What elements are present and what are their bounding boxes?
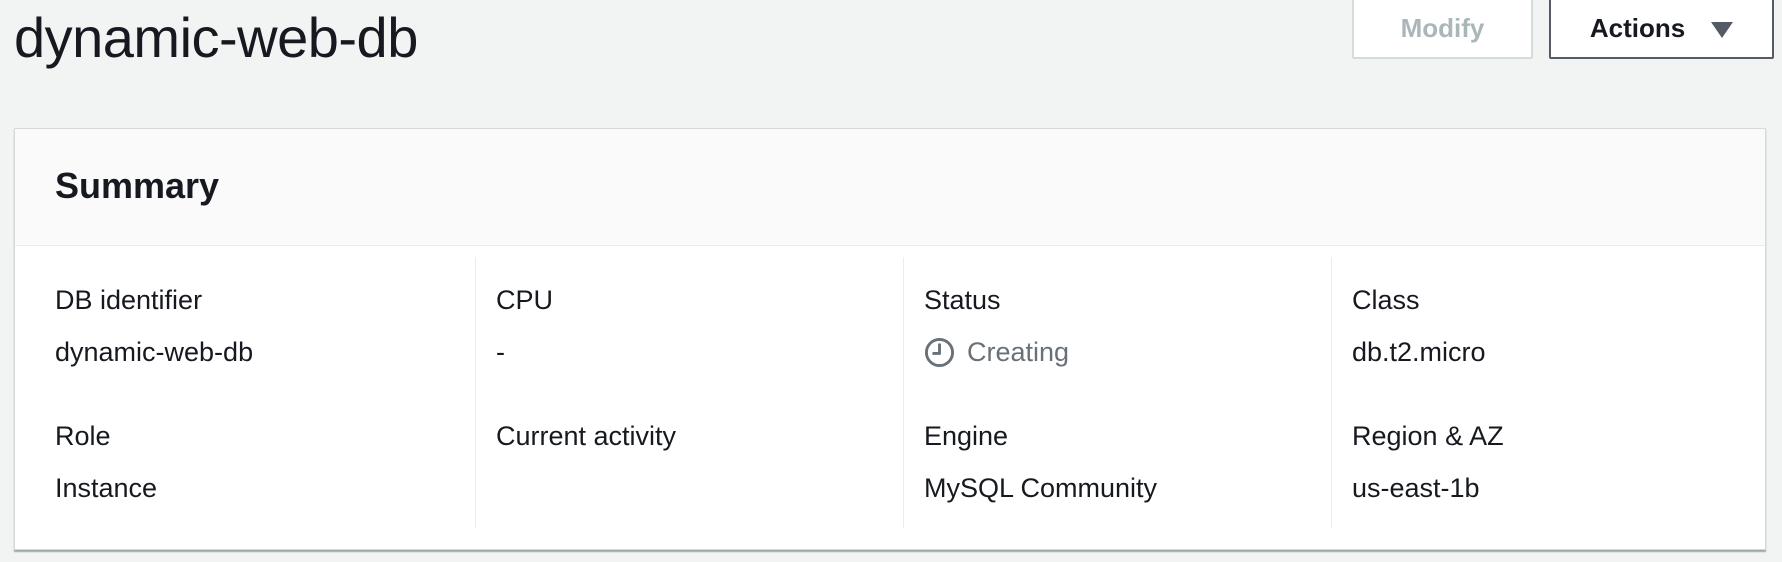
db-identifier-field: DB identifier dynamic-web-db (55, 284, 253, 368)
class-value: db.t2.micro (1352, 337, 1486, 367)
region-az-value: us-east-1b (1352, 473, 1480, 503)
summary-panel-header: Summary (15, 129, 1765, 246)
summary-column-4: Class db.t2.micro Region & AZ us-east-1b (1331, 246, 1759, 550)
summary-column-2: CPU - Current activity (475, 246, 903, 550)
cpu-field: CPU - (496, 284, 553, 368)
status-label: Status (924, 285, 1001, 315)
db-identifier-label: DB identifier (55, 285, 203, 315)
engine-value: MySQL Community (924, 473, 1158, 503)
summary-column-1: DB identifier dynamic-web-db Role Instan… (15, 246, 475, 550)
role-field: Role Instance (55, 420, 157, 504)
actions-dropdown-button[interactable]: Actions (1549, 0, 1774, 59)
class-field: Class db.t2.micro (1352, 284, 1486, 368)
status-text: Creating (967, 337, 1070, 367)
summary-panel-body: DB identifier dynamic-web-db Role Instan… (15, 246, 1765, 550)
engine-label: Engine (924, 421, 1009, 451)
current-activity-label: Current activity (496, 421, 677, 451)
status-field: Status Creating (924, 284, 1069, 368)
status-value: Creating (924, 336, 1069, 368)
caret-down-icon (1711, 21, 1734, 38)
modify-button-label: Modify (1400, 13, 1485, 43)
role-value: Instance (55, 473, 158, 503)
cpu-value: - (496, 337, 505, 367)
summary-title: Summary (55, 165, 220, 206)
cpu-label: CPU (496, 285, 554, 315)
current-activity-field: Current activity (496, 420, 676, 472)
summary-panel: Summary DB identifier dynamic-web-db Rol… (14, 128, 1766, 550)
class-label: Class (1352, 285, 1420, 315)
actions-button-label: Actions (1589, 13, 1686, 43)
page-header: dynamic-web-db Modify Actions (0, 0, 1782, 80)
region-az-label: Region & AZ (1352, 421, 1504, 451)
page-title: dynamic-web-db (14, 6, 418, 69)
modify-button[interactable]: Modify (1352, 0, 1533, 59)
region-az-field: Region & AZ us-east-1b (1352, 420, 1504, 504)
role-label: Role (55, 421, 111, 451)
db-identifier-value: dynamic-web-db (55, 337, 254, 367)
clock-icon (924, 337, 955, 367)
summary-column-3: Status Creating Engine MySQL Community (903, 246, 1331, 550)
engine-field: Engine MySQL Community (924, 420, 1157, 504)
